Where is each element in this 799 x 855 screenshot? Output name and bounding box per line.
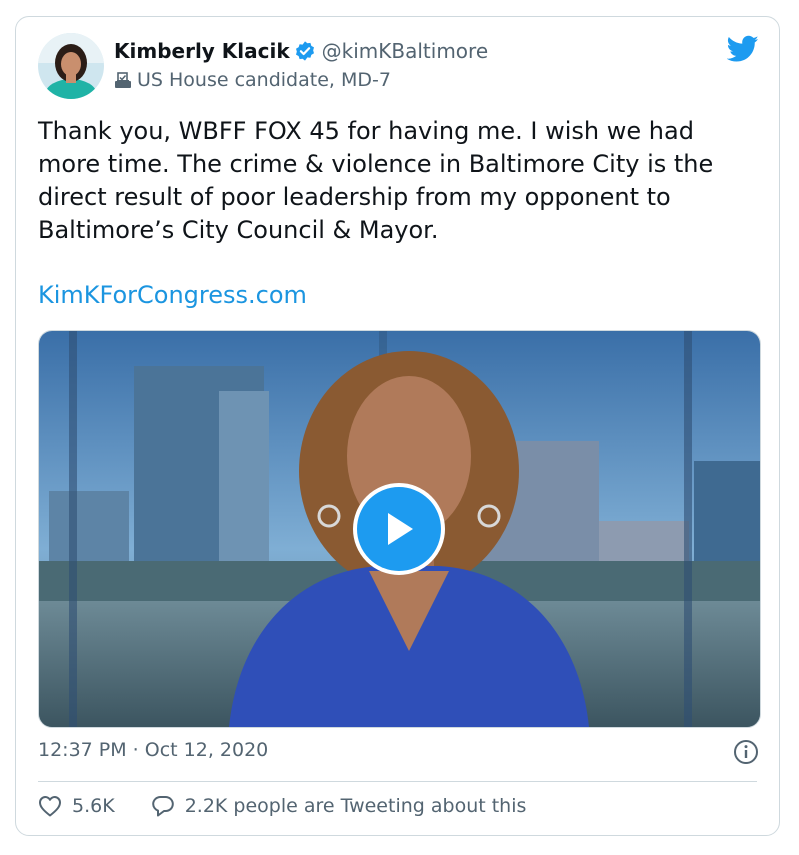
display-name[interactable]: Kimberly Klacik (114, 39, 290, 63)
tweet-actions: 5.6K 2.2K people are Tweeting about this (38, 795, 526, 817)
tweet-text: Thank you, WBFF FOX 45 for having me. I … (38, 115, 763, 247)
verified-badge-icon (294, 40, 316, 62)
divider (38, 781, 757, 782)
tweet-body: Thank you, WBFF FOX 45 for having me. I … (38, 117, 714, 244)
author-subtitle-row: US House candidate, MD-7 (114, 69, 391, 91)
avatar-image (38, 33, 104, 99)
play-button[interactable] (353, 483, 445, 575)
like-count: 5.6K (72, 795, 115, 817)
ballot-box-icon (114, 71, 132, 89)
video-player[interactable] (38, 330, 761, 728)
tweet-link[interactable]: KimKForCongress.com (38, 281, 307, 309)
twitter-bird-icon[interactable] (726, 35, 759, 63)
author-subtitle: US House candidate, MD-7 (137, 69, 391, 91)
avatar[interactable] (38, 33, 104, 99)
heart-icon (39, 796, 61, 817)
speech-bubble-icon (151, 796, 174, 817)
info-icon[interactable] (733, 739, 759, 765)
tweet-timestamp[interactable]: 12:37 PM · Oct 12, 2020 (38, 739, 268, 761)
tweeting-about-button[interactable]: 2.2K people are Tweeting about this (151, 795, 527, 817)
like-button[interactable]: 5.6K (38, 795, 115, 817)
author-row: Kimberly Klacik @kimKBaltimore (114, 39, 488, 63)
play-icon (388, 513, 413, 545)
tweeting-about-text: 2.2K people are Tweeting about this (184, 795, 527, 817)
tweet-card: Kimberly Klacik @kimKBaltimore US House … (15, 16, 780, 836)
handle[interactable]: @kimKBaltimore (322, 39, 488, 63)
